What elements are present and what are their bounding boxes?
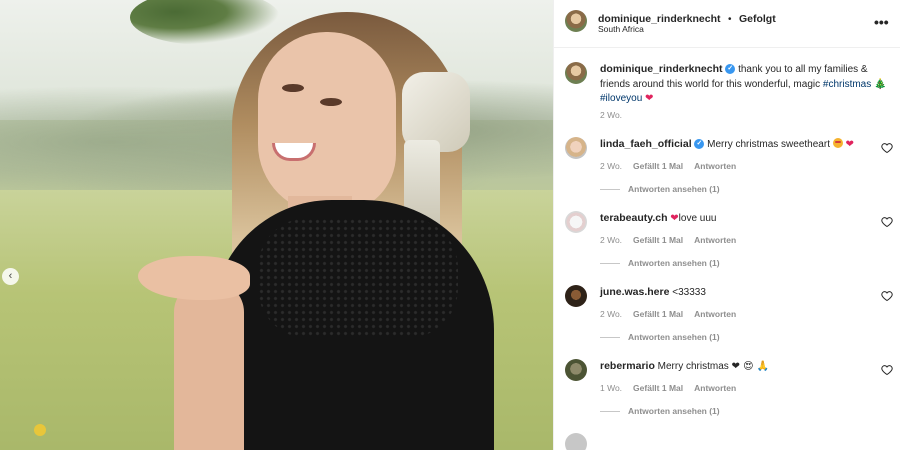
red-heart-emoji: ❤	[670, 213, 679, 224]
reply-button[interactable]: Antworten	[694, 235, 736, 245]
heart-outline-icon[interactable]	[881, 364, 893, 376]
comment-line: linda_faeh_official ✓ Merry christmas sw…	[600, 138, 854, 150]
heart-outline-icon[interactable]	[881, 290, 893, 302]
comment-meta: 2 Wo. Gefällt 1 Mal Antworten	[600, 161, 736, 171]
view-replies-label: Antworten ansehen (1)	[628, 184, 720, 194]
comment-time[interactable]: 2 Wo.	[600, 235, 622, 245]
reply-button[interactable]: Antworten	[694, 309, 736, 319]
chevron-left-icon: ‹	[8, 270, 13, 282]
comment-username[interactable]: linda_faeh_official	[600, 138, 692, 150]
comment-time[interactable]: 2 Wo.	[600, 309, 622, 319]
comment-body: <33333	[669, 287, 706, 298]
view-replies-label: Antworten ansehen (1)	[628, 258, 720, 268]
photo-flower	[34, 424, 46, 436]
emoji-group: ❤ 😍 🙏	[731, 361, 770, 372]
comment-line: terabeauty.ch ❤love uuu	[600, 212, 716, 224]
post-location[interactable]: South Africa	[598, 24, 644, 34]
comment-body: love uuu	[678, 213, 717, 224]
caption-username[interactable]: dominique_rinderknecht	[600, 63, 723, 75]
comment-likes[interactable]: Gefällt 1 Mal	[633, 383, 683, 393]
verified-badge-icon: ✓	[694, 139, 705, 150]
verified-badge-icon: ✓	[725, 64, 736, 75]
post-header: dominique_rinderknecht • Gefolgt South A…	[554, 0, 900, 48]
comment-line: june.was.here <33333	[600, 286, 706, 298]
replies-divider	[600, 188, 620, 190]
comment-body: Merry christmas	[654, 361, 732, 372]
view-replies-button[interactable]: Antworten ansehen (1)	[600, 184, 720, 194]
comment-username[interactable]: rebermario	[600, 360, 655, 372]
comment-time[interactable]: 2 Wo.	[600, 161, 622, 171]
view-replies-button[interactable]: Antworten ansehen (1)	[600, 332, 720, 342]
comment-time[interactable]: 1 Wo.	[600, 383, 622, 393]
photo-eye-left	[282, 84, 304, 92]
view-replies-label: Antworten ansehen (1)	[628, 406, 720, 416]
comment-meta: 2 Wo. Gefällt 1 Mal Antworten	[600, 235, 736, 245]
author-avatar[interactable]	[565, 10, 587, 32]
reply-button[interactable]: Antworten	[694, 383, 736, 393]
comment-avatar-partial[interactable]	[565, 433, 587, 450]
follow-state-button[interactable]: Gefolgt	[739, 13, 776, 25]
carousel-prev-button[interactable]: ‹	[2, 268, 19, 285]
comment-username[interactable]: june.was.here	[600, 286, 669, 298]
photo-arm	[174, 282, 244, 450]
christmas-tree-emoji: 🎄	[874, 78, 887, 90]
photo-eye-right	[320, 98, 342, 106]
comment-username[interactable]: terabeauty.ch	[600, 212, 668, 224]
photo-lace	[258, 218, 458, 338]
separator-dot: •	[727, 14, 732, 25]
comment-avatar[interactable]	[565, 137, 587, 159]
comment-avatar[interactable]	[565, 211, 587, 233]
replies-divider	[600, 336, 620, 338]
heart-outline-icon[interactable]	[881, 142, 893, 154]
view-replies-label: Antworten ansehen (1)	[628, 332, 720, 342]
view-replies-button[interactable]: Antworten ansehen (1)	[600, 258, 720, 268]
reply-button[interactable]: Antworten	[694, 161, 736, 171]
heart-eyes-emoji	[832, 138, 843, 148]
comment-meta: 1 Wo. Gefällt 1 Mal Antworten	[600, 383, 736, 393]
red-heart-emoji: ❤	[645, 93, 654, 104]
comment-body: Merry christmas sweetheart	[704, 139, 833, 150]
red-heart-emoji: ❤	[845, 139, 854, 150]
comment-meta: 2 Wo. Gefällt 1 Mal Antworten	[600, 309, 736, 319]
replies-divider	[600, 262, 620, 264]
post-side-panel: dominique_rinderknecht • Gefolgt South A…	[553, 0, 900, 450]
hashtag-iloveyou[interactable]: #iloveyou	[600, 93, 642, 104]
comment-avatar[interactable]	[565, 285, 587, 307]
comment-line: rebermario Merry christmas ❤ 😍 🙏	[600, 360, 769, 372]
comment-avatar[interactable]	[565, 359, 587, 381]
heart-outline-icon[interactable]	[881, 216, 893, 228]
comment-likes[interactable]: Gefällt 1 Mal	[633, 235, 683, 245]
replies-divider	[600, 410, 620, 412]
caption-time[interactable]: 2 Wo.	[600, 110, 622, 120]
post-photo: ‹	[0, 0, 553, 450]
caption-avatar[interactable]	[565, 62, 587, 84]
comment-likes[interactable]: Gefällt 1 Mal	[633, 309, 683, 319]
view-replies-button[interactable]: Antworten ansehen (1)	[600, 406, 720, 416]
photo-face	[258, 32, 396, 214]
caption: dominique_rinderknecht ✓ thank you to al…	[600, 62, 890, 107]
hashtag-christmas[interactable]: #christmas	[823, 79, 871, 90]
comment-likes[interactable]: Gefällt 1 Mal	[633, 161, 683, 171]
more-options-icon[interactable]: •••	[874, 14, 889, 30]
